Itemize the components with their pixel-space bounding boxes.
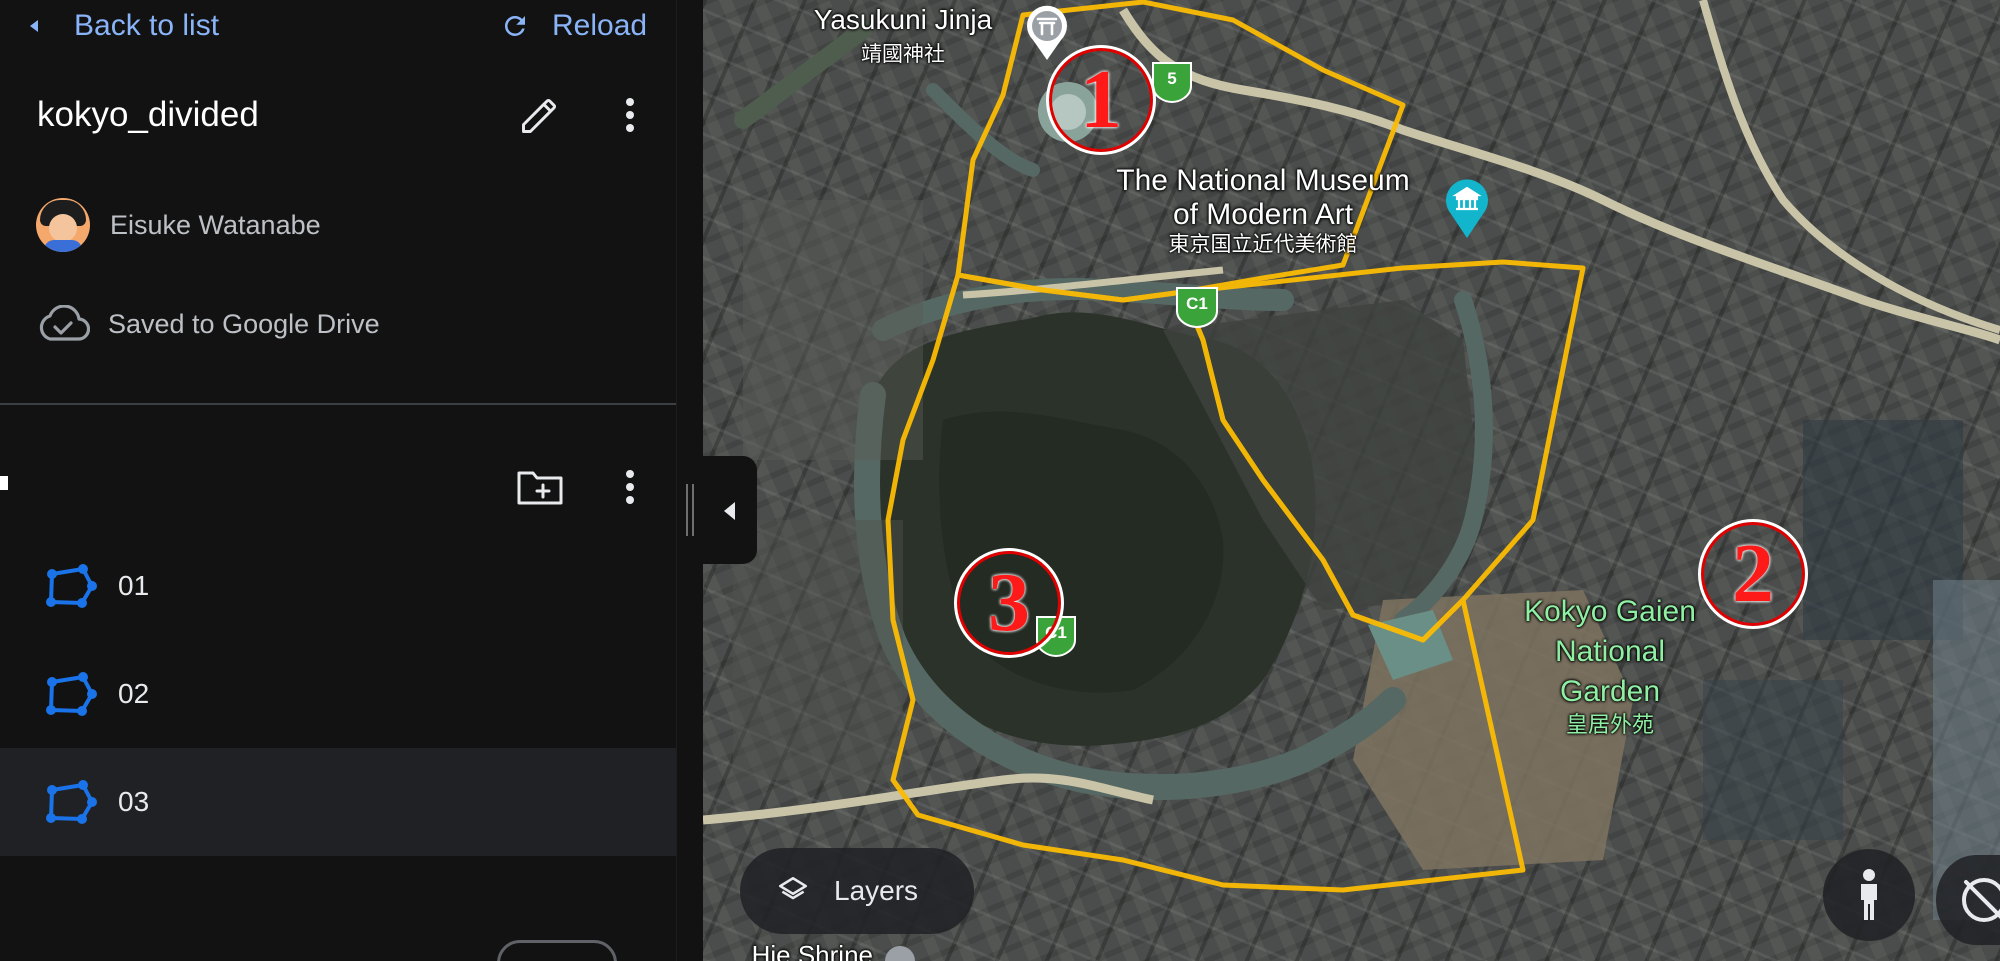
place-name-ja: 皇居外苑 xyxy=(1565,712,1654,737)
feature-label: 03 xyxy=(118,786,150,817)
save-status-row: Saved to Google Drive xyxy=(36,302,380,346)
region-number-text: 1 xyxy=(1080,53,1122,146)
map-marker-icon xyxy=(885,946,915,961)
place-name: The National Museum xyxy=(1116,164,1410,197)
layer-toolbar xyxy=(0,462,676,512)
museum-icon xyxy=(1446,179,1488,238)
map-title: kokyo_divided xyxy=(37,95,259,134)
feature-item-01[interactable]: 01 xyxy=(0,532,676,640)
region-number-text: 2 xyxy=(1732,527,1774,620)
back-to-list-link[interactable]: Back to list xyxy=(30,6,219,46)
compass-icon xyxy=(1962,878,2000,922)
owner-row: Eisuke Watanabe xyxy=(36,198,321,252)
collapse-panel-button[interactable] xyxy=(686,456,757,564)
shrine-icon xyxy=(1027,5,1067,60)
region-number-3: 3 xyxy=(954,548,1064,658)
back-arrow-icon xyxy=(30,20,38,32)
region-number-1: 1 xyxy=(1046,45,1156,155)
place-label-hie-shrine: Hie Shrine xyxy=(751,940,873,961)
add-folder-button[interactable] xyxy=(515,462,565,512)
satellite-map[interactable]: 5 C1 C1 Yasukuni Jinja 靖國神社 The National… xyxy=(703,0,2000,961)
place-name: of Modern Art xyxy=(1172,198,1354,231)
place-label-museum: The National Museum of Modern Art 東京国立近代… xyxy=(1093,164,1433,258)
region-number-text: 3 xyxy=(988,556,1030,649)
feature-item-02[interactable]: 02 xyxy=(0,640,676,748)
place-name: Kokyo Gaien xyxy=(1524,595,1696,628)
compass-button[interactable] xyxy=(1936,855,2000,945)
polygon-icon xyxy=(46,780,97,824)
region-number-2: 2 xyxy=(1698,519,1808,629)
panel-topbar: Back to list Reload xyxy=(0,0,676,52)
place-name: Garden xyxy=(1559,675,1661,708)
more-vert-icon xyxy=(626,470,634,504)
polygon-icon xyxy=(46,672,97,716)
badge-label: 5 xyxy=(1167,69,1177,88)
edit-title-button[interactable] xyxy=(515,90,565,140)
avatar xyxy=(36,198,90,252)
pegman-icon xyxy=(1861,869,1877,920)
place-label-yasukuni: Yasukuni Jinja 靖國神社 xyxy=(783,4,1023,68)
feature-label: 01 xyxy=(118,570,150,601)
layers-icon xyxy=(778,876,808,900)
section-divider xyxy=(0,403,676,405)
owner-name: Eisuke Watanabe xyxy=(110,209,321,240)
layers-label: Layers xyxy=(834,875,919,906)
place-name: National xyxy=(1554,635,1666,668)
feature-list: 01 02 03 xyxy=(0,532,676,856)
back-to-list-label: Back to list xyxy=(74,9,220,42)
place-label-gaien: Kokyo Gaien National Garden 皇居外苑 xyxy=(1503,592,1717,738)
layers-button[interactable]: Layers xyxy=(740,848,974,934)
collapse-arrow-icon xyxy=(724,502,735,520)
reload-label: Reload xyxy=(552,9,648,42)
place-name-ja: 東京国立近代美術館 xyxy=(1168,233,1358,256)
resize-grip[interactable] xyxy=(686,484,694,536)
expressway-badge: 5 xyxy=(1150,60,1194,104)
street-view-button[interactable] xyxy=(1823,849,1915,941)
badge-label: C1 xyxy=(1186,294,1208,313)
expressway-badge: C1 xyxy=(1174,285,1220,329)
layer-more-button[interactable] xyxy=(605,462,655,512)
panel-border xyxy=(676,0,677,961)
reload-link[interactable]: Reload xyxy=(500,6,647,46)
feature-item-03[interactable]: 03 xyxy=(0,748,676,856)
add-folder-icon xyxy=(517,471,563,505)
reload-icon xyxy=(504,15,525,36)
more-vert-icon xyxy=(626,98,634,132)
title-more-button[interactable] xyxy=(605,90,655,140)
map-terrain xyxy=(703,0,2000,920)
map-title-row: kokyo_divided xyxy=(0,85,676,145)
save-status: Saved to Google Drive xyxy=(108,308,380,339)
place-name-ja: 靖國神社 xyxy=(861,43,945,66)
cloud-done-icon xyxy=(39,305,90,341)
visibility-toggle[interactable] xyxy=(497,940,617,961)
pencil-icon xyxy=(522,99,556,133)
side-panel: Back to list Reload kokyo_divided Eisuke… xyxy=(0,0,703,961)
place-name: Yasukuni Jinja xyxy=(813,4,993,35)
feature-label: 02 xyxy=(118,678,150,709)
polygon-icon xyxy=(46,564,97,608)
